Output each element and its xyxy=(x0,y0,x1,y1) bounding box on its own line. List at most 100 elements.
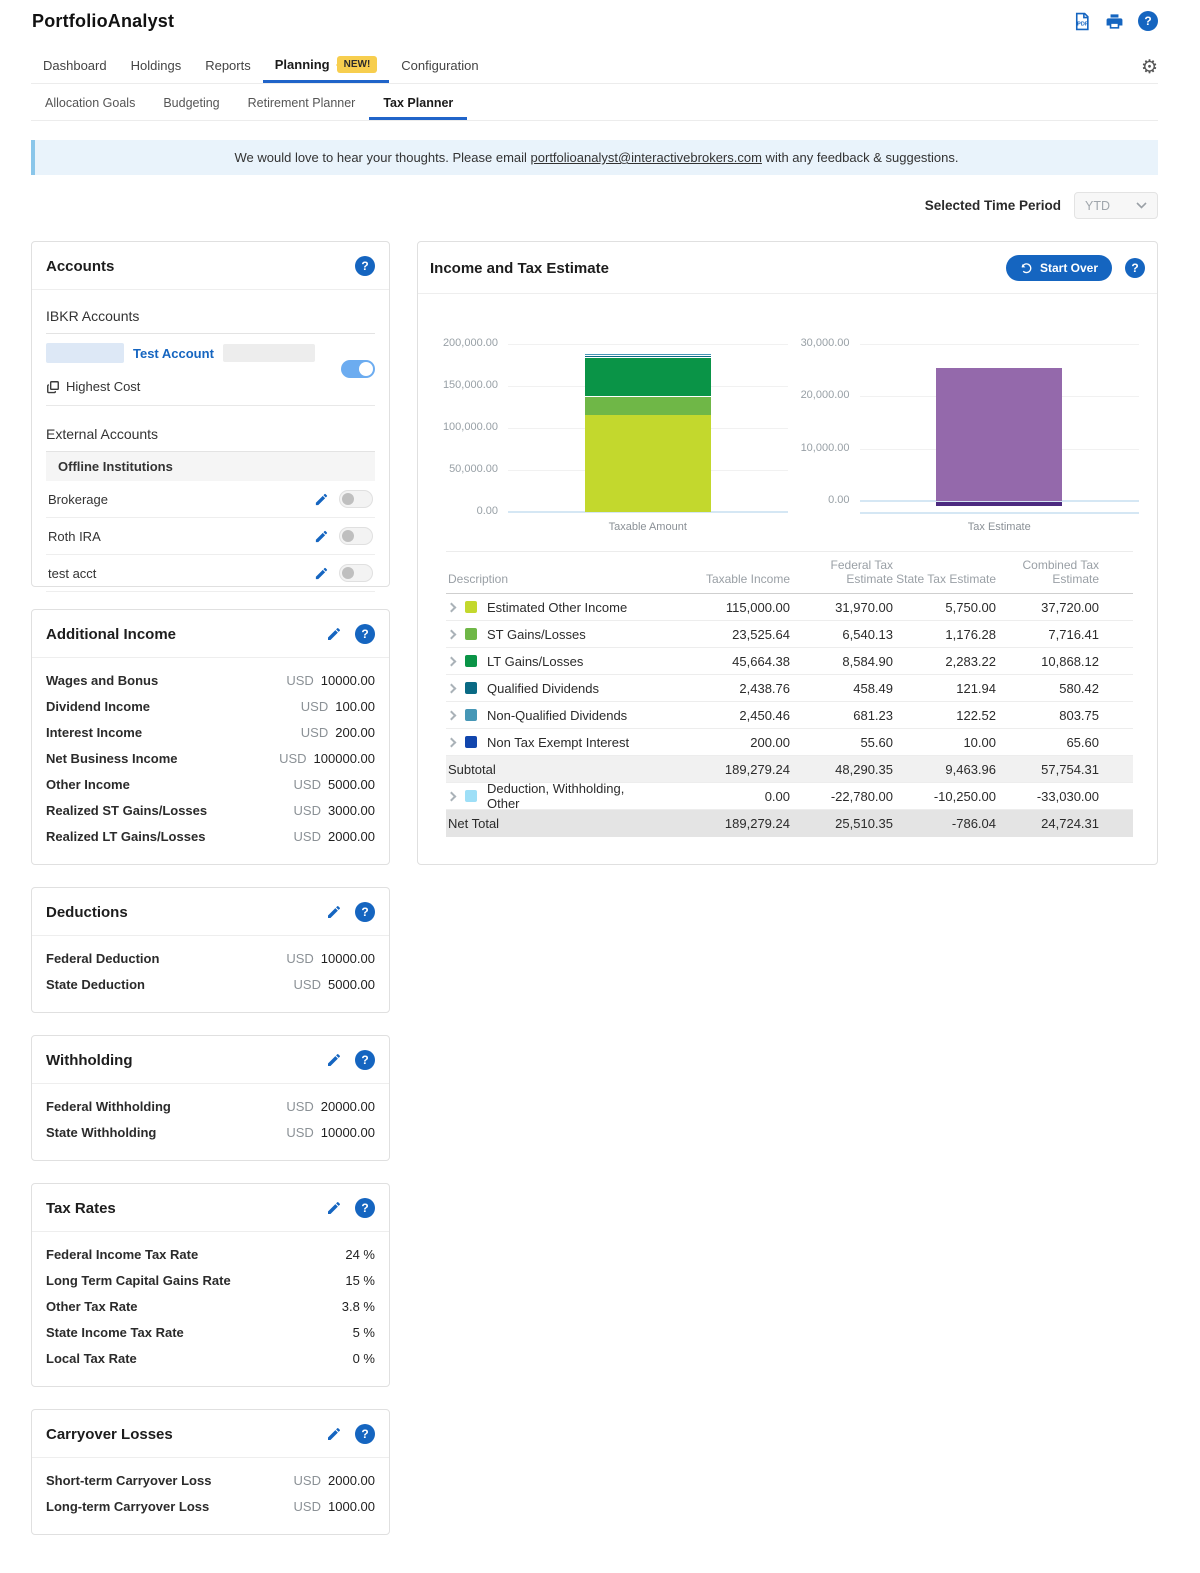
table-row: Deduction, Withholding, Other 0.00 -22,780… xyxy=(446,781,1133,811)
gridline xyxy=(508,344,788,345)
panel-title: Additional Income xyxy=(46,625,177,643)
app-header: PortfolioAnalyst PDF ? xyxy=(0,0,1200,32)
help-icon[interactable]: ? xyxy=(1138,11,1158,31)
currency-code: USD xyxy=(286,951,314,966)
field-label: State Deduction xyxy=(46,977,145,992)
edit-pencil-icon[interactable] xyxy=(326,626,342,642)
series-color-swatch xyxy=(465,709,477,721)
field-label: Federal Income Tax Rate xyxy=(46,1247,199,1262)
expand-chevron-icon[interactable] xyxy=(446,656,457,666)
panel-help-icon[interactable]: ? xyxy=(355,902,375,922)
edit-pencil-icon[interactable] xyxy=(326,1426,342,1442)
field-value: USD 100000.00 xyxy=(279,751,375,766)
edit-pencil-icon[interactable] xyxy=(326,1052,342,1068)
tab-holdings[interactable]: Holdings xyxy=(119,50,194,83)
tab-configuration[interactable]: Configuration xyxy=(389,50,490,83)
subtab-allocation-goals[interactable]: Allocation Goals xyxy=(31,87,149,120)
field-label: Federal Withholding xyxy=(46,1099,171,1114)
estimate-help-icon[interactable]: ? xyxy=(1125,258,1145,278)
currency-code: USD xyxy=(286,673,314,688)
stacked-bar xyxy=(584,352,711,512)
cell-value: 57,754.31 xyxy=(1041,761,1099,777)
cell-value: 2,450.46 xyxy=(739,707,790,723)
cell-value: 580.42 xyxy=(1059,680,1099,696)
tab-dashboard[interactable]: Dashboard xyxy=(31,50,119,83)
field-label: Local Tax Rate xyxy=(46,1351,137,1366)
plot-area xyxy=(859,344,1139,514)
field-row: State Income Tax Rate 5 % xyxy=(46,1320,375,1346)
banner-text: We would love to hear your thoughts. Ple… xyxy=(234,150,531,165)
external-account-toggle[interactable] xyxy=(339,564,373,582)
field-label: State Withholding xyxy=(46,1125,157,1140)
cell-value: 189,279.24 xyxy=(724,761,790,777)
expand-chevron-icon[interactable] xyxy=(446,710,457,720)
field-row: Local Tax Rate 0 % xyxy=(46,1346,375,1372)
ibkr-accounts-heading: IBKR Accounts xyxy=(46,294,375,334)
cell-value: -33,030.00 xyxy=(1036,788,1099,804)
expand-chevron-icon[interactable] xyxy=(446,602,457,612)
settings-gear-icon[interactable]: ⚙ xyxy=(1141,58,1158,83)
expand-chevron-icon[interactable] xyxy=(446,737,457,747)
field-label: Short-term Carryover Loss xyxy=(46,1473,212,1488)
start-over-button[interactable]: Start Over xyxy=(1005,255,1112,281)
tab-planning[interactable]: Planning NEW! xyxy=(263,48,390,83)
edit-pencil-icon[interactable] xyxy=(326,1200,342,1216)
edit-pencil-icon[interactable] xyxy=(314,529,329,544)
time-period-label: Selected Time Period xyxy=(924,198,1061,213)
subtab-tax-planner[interactable]: Tax Planner xyxy=(369,87,467,120)
table-row: Qualified Dividends 2,438.76 458.49 121.94 5… xyxy=(446,675,1133,702)
cell-value: 65.60 xyxy=(1066,734,1099,750)
panel-help-icon[interactable]: ? xyxy=(355,1050,375,1070)
edit-pencil-icon[interactable] xyxy=(314,492,329,507)
panel-help-icon[interactable]: ? xyxy=(355,1198,375,1218)
field-row: Long Term Capital Gains Rate 15 % xyxy=(46,1268,375,1294)
y-tick-label: 10,000.00 xyxy=(800,441,850,454)
cell-value: 25,510.35 xyxy=(835,816,893,831)
field-label: Wages and Bonus xyxy=(46,673,159,688)
panel-help-icon[interactable]: ? xyxy=(355,624,375,644)
export-pdf-icon[interactable]: PDF xyxy=(1072,12,1091,31)
table-row: Non-Qualified Dividends 2,450.46 681.23 122… xyxy=(446,702,1133,729)
ibkr-account-toggle[interactable] xyxy=(341,359,375,378)
edit-pencil-icon[interactable] xyxy=(314,566,329,581)
field-row: Federal Deduction USD 10000.00 xyxy=(46,946,375,972)
field-label: Interest Income xyxy=(46,725,143,740)
feedback-email-link[interactable]: portfolioanalyst@interactivebrokers.com xyxy=(531,150,762,165)
cell-value: 2,438.76 xyxy=(739,680,790,696)
column-header: Combined Tax Estimate xyxy=(1022,558,1100,586)
expand-chevron-icon[interactable] xyxy=(446,791,457,801)
cell-value: -10,250.00 xyxy=(933,788,996,804)
time-period-select[interactable]: YTD xyxy=(1074,192,1158,219)
start-over-label: Start Over xyxy=(1039,261,1098,275)
bar-segment xyxy=(584,395,711,416)
panel-title: Withholding xyxy=(46,1051,133,1069)
subtab-retirement-planner[interactable]: Retirement Planner xyxy=(234,87,370,120)
y-tick-label: 150,000.00 xyxy=(442,379,498,391)
account-name-link[interactable]: Test Account xyxy=(133,346,214,361)
expand-chevron-icon[interactable] xyxy=(446,629,457,639)
panel-help-icon[interactable]: ? xyxy=(355,1424,375,1444)
external-account-name: Brokerage xyxy=(48,491,108,507)
field-value: USD 2000.00 xyxy=(293,829,375,844)
row-label: Estimated Other Income xyxy=(487,599,628,615)
table-row: Non Tax Exempt Interest 200.00 55.60 10.00 6… xyxy=(446,729,1133,756)
accounts-help-icon[interactable]: ? xyxy=(355,256,375,276)
cell-value: 7,716.41 xyxy=(1048,626,1099,642)
external-account-toggle[interactable] xyxy=(339,490,373,508)
feedback-banner: We would love to hear your thoughts. Ple… xyxy=(31,140,1158,175)
external-accounts-heading: External Accounts xyxy=(46,412,375,452)
currency-code: USD xyxy=(293,777,321,792)
cell-value: 31,970.00 xyxy=(835,599,893,615)
external-account-toggle[interactable] xyxy=(339,527,373,545)
tab-reports[interactable]: Reports xyxy=(193,50,263,83)
panel-title: Deductions xyxy=(46,903,128,921)
subtab-budgeting[interactable]: Budgeting xyxy=(149,87,233,120)
print-icon[interactable] xyxy=(1105,12,1124,31)
field-value: USD 1000.00 xyxy=(293,1499,375,1514)
field-value: USD 2000.00 xyxy=(293,1473,375,1488)
edit-pencil-icon[interactable] xyxy=(326,904,342,920)
expand-chevron-icon[interactable] xyxy=(446,683,457,693)
tax-estimate-chart: 0.00 10,000.00 20,000.00 30,000.00 Tax Esti… xyxy=(788,337,1139,533)
field-value: 15 % xyxy=(345,1273,375,1288)
row-label: Qualified Dividends xyxy=(487,680,600,696)
